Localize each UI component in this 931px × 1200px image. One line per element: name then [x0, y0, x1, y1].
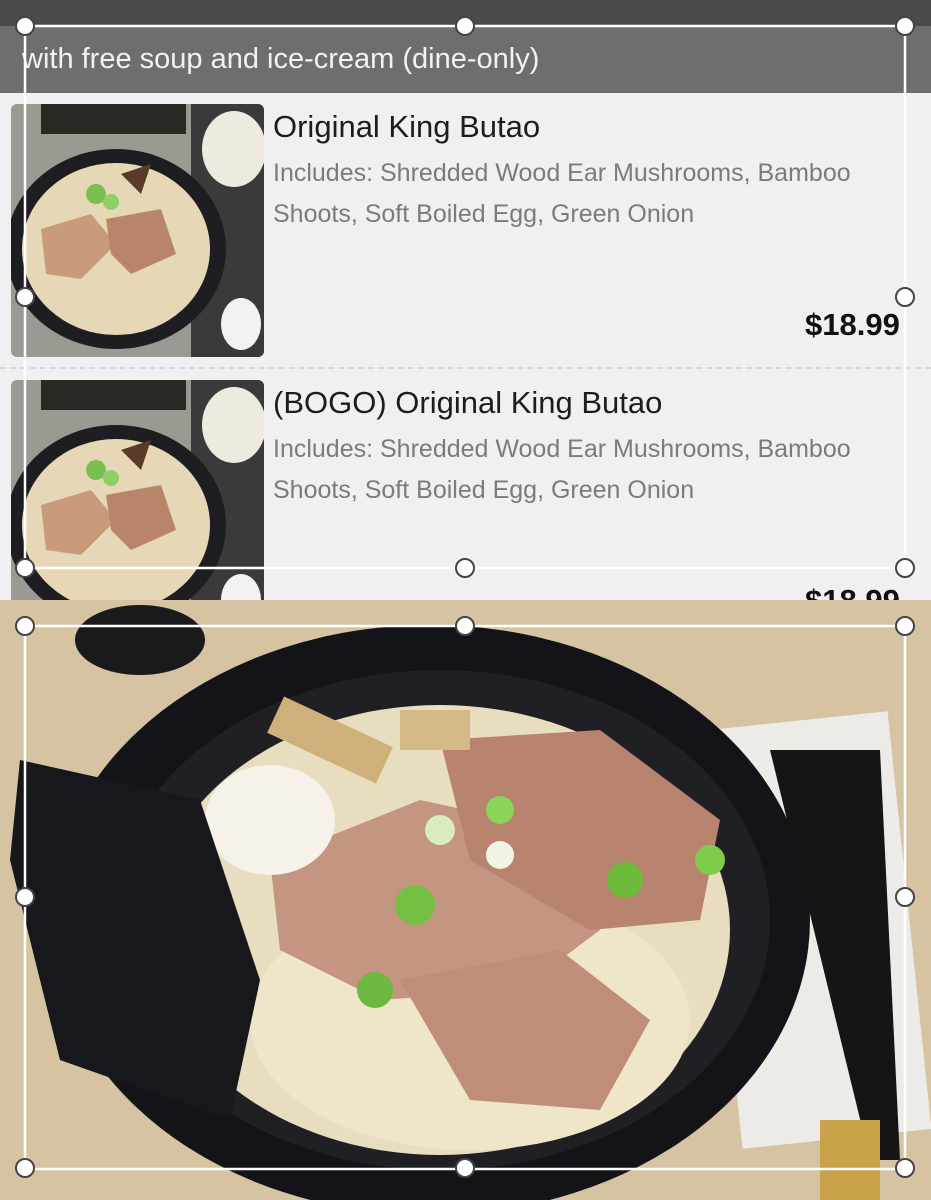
promo-banner: with free soup and ice-cream (dine-only) — [0, 26, 931, 93]
menu-item-bogo-original-king-butao[interactable]: (BOGO) Original King Butao Includes: Shr… — [0, 369, 931, 600]
menu-item-original-king-butao[interactable]: Original King Butao Includes: Shredded W… — [0, 93, 931, 369]
menu-list[interactable]: Original King Butao Includes: Shredded W… — [0, 93, 931, 600]
item-price: $18.99 — [805, 307, 900, 342]
ramen-thumbnail — [11, 380, 264, 600]
item-price: $18.99 — [805, 583, 915, 600]
ramen-photo — [0, 600, 931, 1200]
item-description: Includes: Shredded Wood Ear Mushrooms, B… — [273, 435, 851, 504]
item-description: Includes: Shredded Wood Ear Mushrooms, B… — [273, 159, 851, 228]
item-title: Original King Butao — [273, 109, 541, 144]
top-bar — [0, 0, 931, 26]
ramen-thumbnail — [11, 104, 264, 357]
item-title: (BOGO) Original King Butao — [273, 385, 663, 420]
